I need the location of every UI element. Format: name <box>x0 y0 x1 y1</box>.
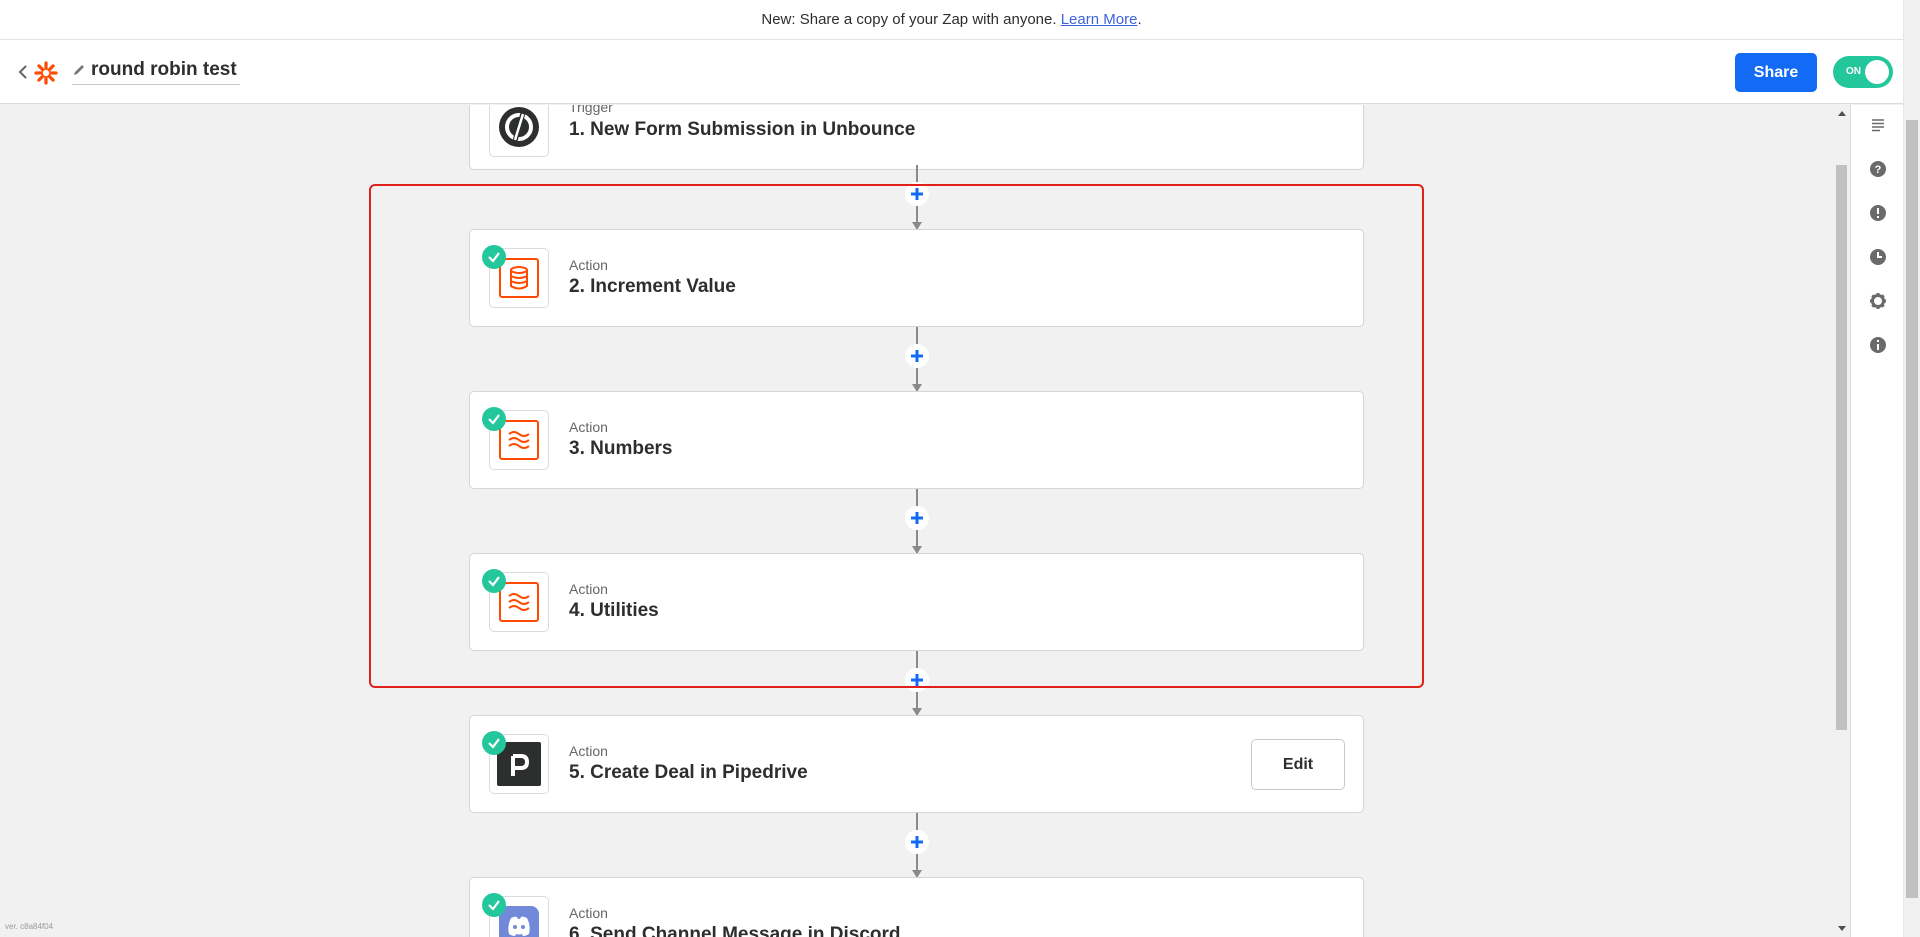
alert-icon[interactable] <box>1864 199 1892 227</box>
step-complete-check-icon <box>482 731 506 755</box>
zap-name-title[interactable]: round robin test <box>91 59 237 81</box>
canvas-scroll-thumb[interactable] <box>1836 165 1847 730</box>
step-complete-check-icon <box>482 893 506 917</box>
step-title: 1. New Form Submission in Unbounce <box>569 119 916 140</box>
right-sidebar: ? <box>1850 105 1903 937</box>
step-card-1[interactable]: Trigger 1. New Form Submission in Unboun… <box>469 105 1364 170</box>
toggle-label: ON <box>1846 66 1861 77</box>
editor-header: round robin test Share ON <box>0 40 1903 104</box>
step-type-label: Action <box>569 743 608 759</box>
step-card-6[interactable]: Action 6. Send Channel Message in Discor… <box>469 877 1364 937</box>
learn-more-link[interactable]: Learn More <box>1061 11 1138 28</box>
help-icon[interactable]: ? <box>1864 155 1892 183</box>
zap-on-toggle[interactable]: ON <box>1833 56 1893 88</box>
announcement-banner: New: Share a copy of your Zap with anyon… <box>0 0 1903 40</box>
zap-name-underline <box>72 84 240 85</box>
step-type-label: Action <box>569 905 608 921</box>
toggle-knob <box>1865 60 1889 84</box>
scroll-up-arrow-icon[interactable] <box>1838 111 1846 116</box>
step-type-label: Trigger <box>569 105 613 115</box>
edit-name-pencil-icon[interactable] <box>72 63 86 77</box>
window-scrollbar[interactable] <box>1903 0 1920 937</box>
selection-highlight-box <box>369 184 1424 688</box>
window-scroll-thumb[interactable] <box>1906 120 1918 898</box>
scroll-down-arrow-icon[interactable] <box>1838 926 1846 931</box>
info-icon[interactable] <box>1864 331 1892 359</box>
settings-gear-icon[interactable] <box>1864 287 1892 315</box>
outline-icon[interactable] <box>1864 111 1892 139</box>
version-label: ver. c8a84f04 <box>5 922 54 931</box>
canvas-scrollbar[interactable] <box>1834 105 1849 937</box>
back-chevron-icon[interactable] <box>14 60 32 84</box>
zap-editor-canvas: Trigger 1. New Form Submission in Unboun… <box>0 105 1834 937</box>
history-clock-icon[interactable] <box>1864 243 1892 271</box>
svg-text:?: ? <box>1875 164 1882 176</box>
step-title: 6. Send Channel Message in Discord <box>569 924 901 937</box>
zapier-logo-icon[interactable] <box>34 61 58 85</box>
add-step-button[interactable] <box>905 830 929 854</box>
unbounce-app-icon <box>489 105 549 157</box>
share-button[interactable]: Share <box>1735 53 1817 92</box>
step-title: 5. Create Deal in Pipedrive <box>569 762 808 783</box>
banner-suffix: . <box>1137 11 1142 28</box>
edit-step-button[interactable]: Edit <box>1251 739 1345 790</box>
banner-text: New: Share a copy of your Zap with anyon… <box>761 11 1057 28</box>
step-card-5[interactable]: Action 5. Create Deal in Pipedrive Edit <box>469 715 1364 813</box>
